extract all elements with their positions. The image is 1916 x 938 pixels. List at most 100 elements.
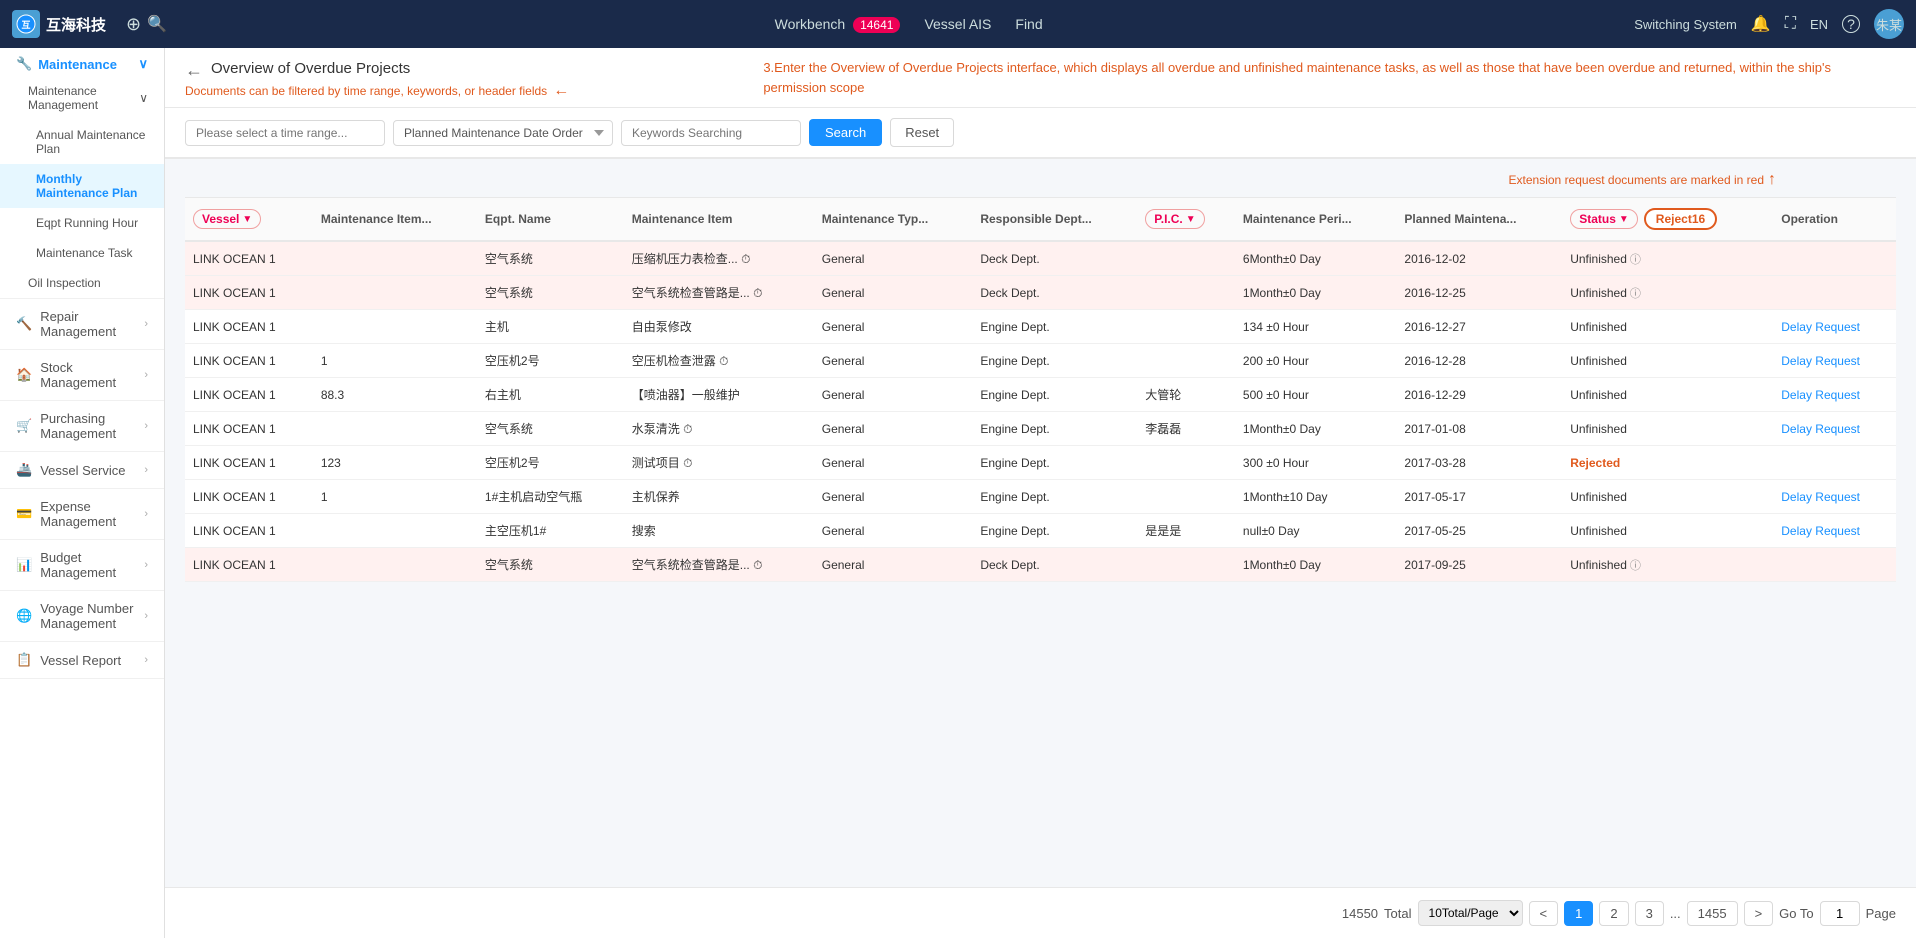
nav-find[interactable]: Find — [1015, 16, 1042, 32]
search-button[interactable]: Search — [809, 119, 882, 146]
status-text: Unfinished — [1570, 558, 1627, 572]
nav-right: Switching System 🔔 ⛶ EN ? 朱某 — [1634, 9, 1904, 39]
status-text: Unfinished — [1570, 490, 1627, 504]
sidebar-vessel-report[interactable]: 📋 Vessel Report › — [0, 642, 164, 678]
mgmt-chevron: ∨ — [139, 91, 148, 105]
sidebar-stock-mgmt[interactable]: 🏠 Stock Management › — [0, 350, 164, 400]
nav-search-icon[interactable]: 🔍 — [147, 14, 167, 34]
status-filter[interactable]: Status ▼ — [1570, 209, 1638, 229]
vessel-filter[interactable]: Vessel ▼ — [193, 209, 261, 229]
app-logo[interactable]: 互 互海科技 — [12, 10, 106, 38]
last-page-button[interactable]: 1455 — [1687, 901, 1738, 926]
cell-period: 1Month±0 Day — [1235, 276, 1397, 310]
cell-type: General — [814, 446, 973, 480]
th-operation: Operation — [1773, 198, 1896, 242]
cell-vessel: LINK OCEAN 1 — [185, 378, 313, 412]
sidebar-eqpt-running[interactable]: Eqpt Running Hour — [0, 208, 164, 238]
sidebar: 🔧 Maintenance ∨ Maintenance Management ∨… — [0, 48, 165, 938]
cell-planned-date: 2016-12-27 — [1396, 310, 1562, 344]
delay-request-link[interactable]: Delay Request — [1781, 490, 1860, 504]
th-maintenance-item: Maintenance Item — [624, 198, 814, 242]
cell-maintenance-item: 搜索 — [624, 514, 814, 548]
sidebar-repair-mgmt[interactable]: 🔨 Repair Management › — [0, 299, 164, 349]
cell-maintenance-item: 水泵清洗 ⏱ — [624, 412, 814, 446]
page-title: Overview of Overdue Projects — [211, 60, 410, 77]
cell-eqpt-no: 1 — [313, 480, 477, 514]
prev-page-button[interactable]: < — [1529, 901, 1559, 926]
fullscreen-icon[interactable]: ⛶ — [1785, 15, 1796, 33]
delay-request-link[interactable]: Delay Request — [1781, 388, 1860, 402]
cell-eqpt-no: 88.3 — [313, 378, 477, 412]
cell-eqpt-no — [313, 514, 477, 548]
delay-request-link[interactable]: Delay Request — [1781, 320, 1860, 334]
per-page-select[interactable]: 10Total/Page 20Total/Page 50Total/Page — [1418, 900, 1523, 926]
table-row: LINK OCEAN 1主空压机1#搜索GeneralEngine Dept.是… — [185, 514, 1896, 548]
cell-status: Unfinishedⓘ — [1562, 241, 1773, 276]
pic-filter[interactable]: P.I.C. ▼ — [1145, 209, 1204, 229]
cell-period: 300 ±0 Hour — [1235, 446, 1397, 480]
user-avatar[interactable]: 朱某 — [1874, 9, 1904, 39]
cell-dept: Engine Dept. — [972, 344, 1137, 378]
cell-pic — [1137, 310, 1235, 344]
goto-input[interactable] — [1820, 901, 1860, 926]
cell-vessel: LINK OCEAN 1 — [185, 480, 313, 514]
cell-eqpt-name: 空气系统 — [477, 412, 624, 446]
next-page-button[interactable]: > — [1744, 901, 1774, 926]
page-3-button[interactable]: 3 — [1635, 901, 1664, 926]
sidebar-annual-plan[interactable]: Annual Maintenance Plan — [0, 120, 164, 164]
cell-period: 1Month±0 Day — [1235, 548, 1397, 582]
sidebar-maintenance-mgmt[interactable]: Maintenance Management ∨ — [0, 76, 164, 120]
bell-icon[interactable]: 🔔 — [1751, 14, 1771, 34]
status-info-icon[interactable]: ⓘ — [1630, 288, 1641, 300]
cell-type: General — [814, 412, 973, 446]
cell-planned-date: 2017-05-17 — [1396, 480, 1562, 514]
delay-request-link[interactable]: Delay Request — [1781, 524, 1860, 538]
total-count: 14550 — [1342, 906, 1378, 921]
reject-badge[interactable]: Reject16 — [1644, 208, 1717, 230]
cell-pic — [1137, 446, 1235, 480]
page-1-button[interactable]: 1 — [1564, 901, 1593, 926]
nav-vessel-ais[interactable]: Vessel AIS — [924, 16, 991, 32]
delay-request-link[interactable]: Delay Request — [1781, 354, 1860, 368]
nav-add-icon[interactable]: ⊕ — [126, 14, 141, 35]
keywords-input[interactable] — [621, 120, 801, 146]
sidebar-oil-inspection[interactable]: Oil Inspection — [0, 268, 164, 298]
vessel-filter-arrow: ▼ — [242, 214, 252, 225]
cell-pic — [1137, 276, 1235, 310]
th-period: Maintenance Peri... — [1235, 198, 1397, 242]
sidebar-maintenance-task[interactable]: Maintenance Task — [0, 238, 164, 268]
switching-system[interactable]: Switching System — [1634, 17, 1737, 32]
goto-label: Go To — [1779, 906, 1813, 921]
sidebar-purchasing-mgmt[interactable]: 🛒 Purchasing Management › — [0, 401, 164, 451]
th-planned-date: Planned Maintena... — [1396, 198, 1562, 242]
page-2-button[interactable]: 2 — [1599, 901, 1628, 926]
lang-selector[interactable]: EN — [1810, 17, 1828, 32]
reset-button[interactable]: Reset — [890, 118, 954, 147]
sidebar-expense-mgmt[interactable]: 💳 Expense Management › — [0, 489, 164, 539]
stock-icon: 🏠 — [16, 367, 32, 383]
status-info-icon[interactable]: ⓘ — [1630, 254, 1641, 266]
time-range-input[interactable] — [185, 120, 385, 146]
overdue-table: Vessel ▼ Maintenance Item... Eqpt. Name … — [185, 197, 1896, 582]
cell-planned-date: 2017-09-25 — [1396, 548, 1562, 582]
sidebar-vessel-service[interactable]: 🚢 Vessel Service › — [0, 452, 164, 488]
cell-maintenance-item: 空气系统检查管路是... ⏱ — [624, 276, 814, 310]
table-row: LINK OCEAN 1123空压机2号测试项目 ⏱GeneralEngine … — [185, 446, 1896, 480]
sidebar-budget-mgmt[interactable]: 📊 Budget Management › — [0, 540, 164, 590]
cell-maintenance-item: 空压机检查泄露 ⏱ — [624, 344, 814, 378]
delay-request-link[interactable]: Delay Request — [1781, 422, 1860, 436]
nav-workbench[interactable]: Workbench 14641 — [775, 16, 901, 32]
date-order-select[interactable]: Planned Maintenance Date Order — [393, 120, 613, 146]
report-icon: 📋 — [16, 652, 32, 668]
page-annotation: 3.Enter the Overview of Overdue Projects… — [763, 58, 1896, 97]
sidebar-monthly-plan[interactable]: Monthly Maintenance Plan — [0, 164, 164, 208]
sidebar-maintenance[interactable]: 🔧 Maintenance ∨ — [0, 48, 164, 76]
sidebar-voyage-mgmt[interactable]: 🌐 Voyage Number Management › — [0, 591, 164, 641]
cell-operation: Delay Request — [1773, 412, 1896, 446]
back-button[interactable]: ← — [185, 60, 203, 81]
status-info-icon[interactable]: ⓘ — [1630, 560, 1641, 572]
cell-status: Unfinished — [1562, 412, 1773, 446]
help-icon[interactable]: ? — [1842, 15, 1860, 33]
status-text: Unfinished — [1570, 354, 1627, 368]
cell-eqpt-no: 123 — [313, 446, 477, 480]
